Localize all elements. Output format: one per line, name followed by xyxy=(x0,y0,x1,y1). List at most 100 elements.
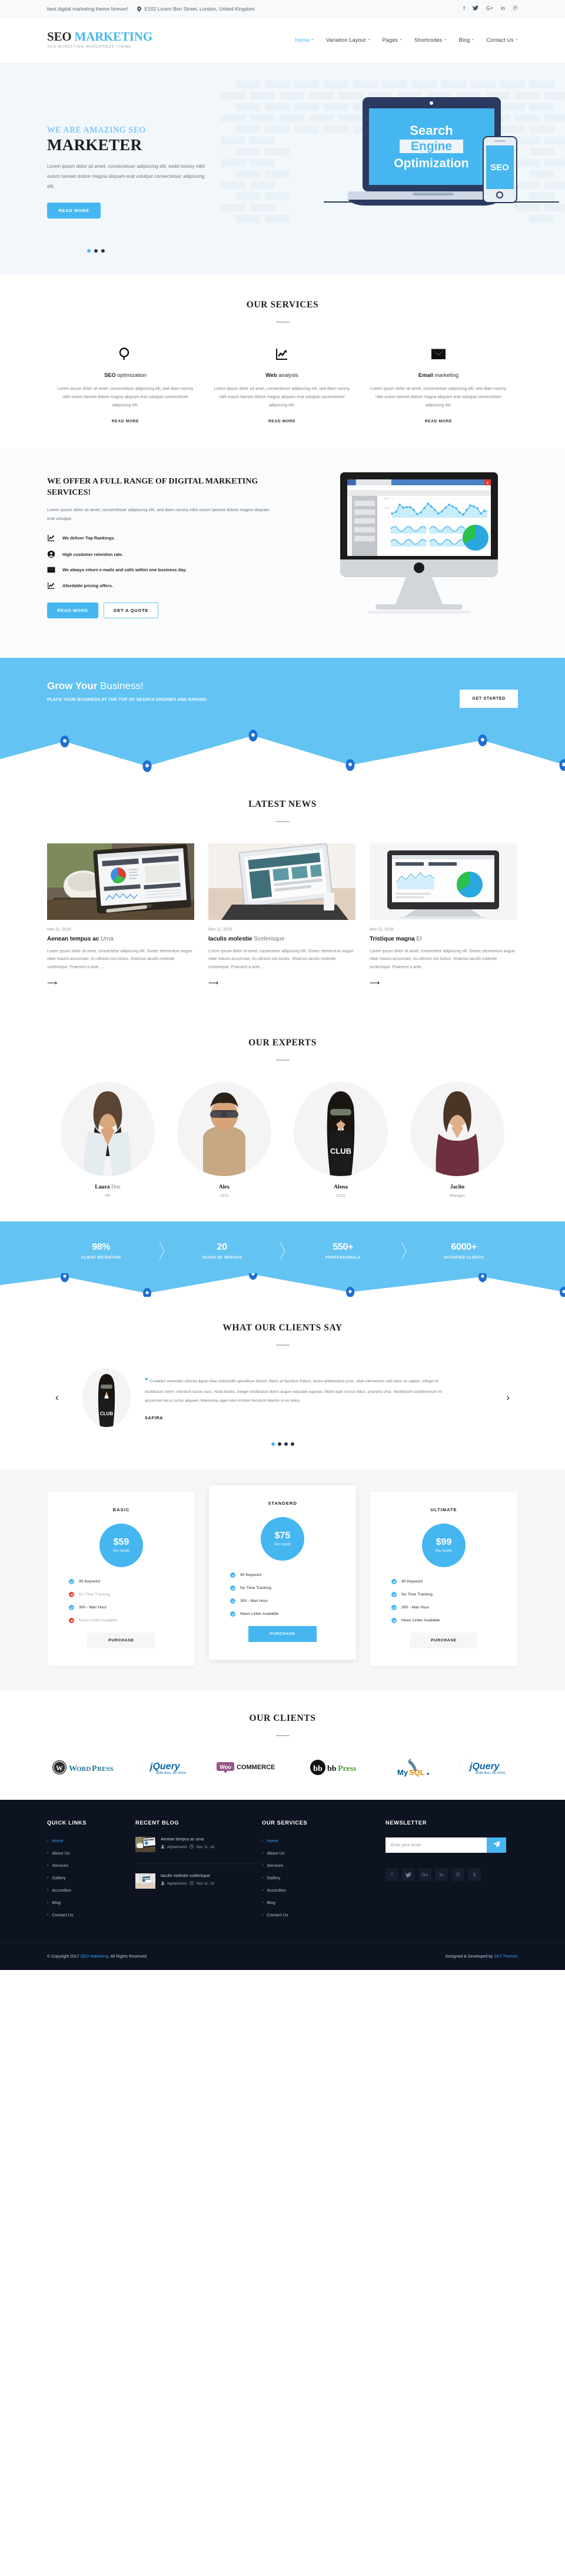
footer-service-link-blog[interactable]: › Blog xyxy=(262,1900,350,1905)
service-title: Web analysis xyxy=(212,372,352,378)
footer-link-blog[interactable]: › Blog xyxy=(47,1900,135,1905)
counter-item: 20 YEARS OF SERVICE xyxy=(168,1242,277,1260)
testimonial-dot-1[interactable] xyxy=(271,1442,275,1446)
expert-role: Manager xyxy=(450,1194,465,1198)
hero-slider: WE ARE AMAZING SEO MARKETER Lorem ipsum … xyxy=(0,63,565,275)
footer-service-link-services[interactable]: › Services xyxy=(262,1863,350,1868)
nav-item-contact-us[interactable]: Contact Us xyxy=(486,37,518,43)
footer-link-about-us[interactable]: › About Us xyxy=(47,1850,135,1856)
nav-item-home[interactable]: Home xyxy=(295,37,314,43)
news-card[interactable]: Nov 11, 2016 Tristique magna Et Lorem ip… xyxy=(370,843,517,988)
full-range-read-more-button[interactable]: READ MORE xyxy=(47,602,98,619)
testimonial-dot-3[interactable] xyxy=(284,1442,288,1446)
arrow-right-icon[interactable]: ⟶ xyxy=(47,979,57,987)
credit-link[interactable]: SKT Themes xyxy=(494,1955,518,1959)
hero-read-more-button[interactable]: READ MORE xyxy=(47,202,101,218)
pinterest-icon[interactable]: Ⓟ xyxy=(513,6,518,11)
footer-service-link-accordion[interactable]: › Accordion xyxy=(262,1888,350,1893)
purchase-button[interactable]: PURCHASE xyxy=(410,1633,478,1648)
footer-service-link-gallery[interactable]: › Gallery xyxy=(262,1875,350,1880)
facebook-icon[interactable]: f xyxy=(463,6,465,11)
nav-item-variation-layout[interactable]: Variation Layout xyxy=(326,37,370,43)
testimonial-dot-2[interactable] xyxy=(277,1442,281,1446)
testimonial-prev-button[interactable]: ‹ xyxy=(55,1392,59,1403)
nav-item-pages[interactable]: Pages xyxy=(383,37,403,43)
linkedin-icon[interactable]: in xyxy=(501,6,505,11)
client-logo-mysql[interactable]: My SQL xyxy=(394,1758,436,1777)
news-card[interactable]: Nov 11, 2016 Iaculis molestie Scelerisqu… xyxy=(208,843,355,988)
chevron-right-separator-icon xyxy=(397,1241,410,1261)
expert-name: Laura Doe xyxy=(55,1184,161,1190)
service-card[interactable]: Email marketing Lorem ipsum dolor sit am… xyxy=(360,344,517,425)
pinterest-icon[interactable]: Ⓟ xyxy=(451,1868,464,1881)
expert-card[interactable]: Alex CEO xyxy=(171,1082,277,1198)
pricing-feature: News Letter Available xyxy=(61,1618,182,1623)
service-read-more-link[interactable]: READ MORE xyxy=(268,419,295,423)
service-card[interactable]: SEO optimization Lorem ipsum dolor sit a… xyxy=(47,344,204,425)
client-logo-jquery[interactable]: jQuery write less, do more. xyxy=(139,1759,194,1776)
twitter-icon[interactable] xyxy=(472,5,478,12)
expert-name: Alex xyxy=(171,1184,277,1190)
google-plus-icon[interactable]: G+ xyxy=(486,6,493,11)
footer-link-contact-us[interactable]: › Contact Us xyxy=(47,1912,135,1918)
arrow-right-icon[interactable]: ⟶ xyxy=(370,979,380,987)
expert-name-bold: Alena xyxy=(334,1184,348,1190)
arrow-right-icon[interactable]: ⟶ xyxy=(208,979,218,987)
svg-text:jQuery: jQuery xyxy=(468,1762,500,1772)
footer-service-link-about-us[interactable]: › About Us xyxy=(262,1850,350,1856)
testimonial-dot-4[interactable] xyxy=(290,1442,294,1446)
linkedin-icon[interactable]: in xyxy=(435,1868,448,1881)
hero-dot-3[interactable] xyxy=(101,249,105,253)
footer-blog-item[interactable]: Iaculis molestie scelerisque digitalmark… xyxy=(135,1873,262,1889)
footer-link-accordion[interactable]: › Accordion xyxy=(47,1888,135,1893)
pricing-feature: News Letter Available xyxy=(383,1618,504,1623)
pricing-card-ultimate: ULTIMATE $99 Per month 90 Keyword No Tim… xyxy=(370,1492,517,1666)
footer-service-link-home[interactable]: › Home xyxy=(262,1838,350,1843)
footer-link-gallery[interactable]: › Gallery xyxy=(47,1875,135,1880)
expert-card[interactable]: CLUB Alena CCO xyxy=(288,1082,394,1198)
pricing-feature: 90 Keyword xyxy=(61,1579,182,1584)
hero-dot-1[interactable] xyxy=(87,249,91,253)
footer-link-home[interactable]: › Home xyxy=(47,1838,135,1843)
footer-blog-item[interactable]: Aenean tempus ac urna digitalmark1 Nov 1… xyxy=(135,1837,262,1852)
client-logo-woocommerce[interactable]: Woo COMMERCE xyxy=(217,1759,286,1776)
expert-card[interactable]: Laura Doe HR xyxy=(55,1082,161,1198)
section-divider xyxy=(275,322,290,323)
get-a-quote-button[interactable]: GET A QUOTE xyxy=(103,602,159,619)
twitter-icon[interactable] xyxy=(402,1868,415,1881)
hero-dot-2[interactable] xyxy=(94,249,98,253)
get-started-button[interactable]: GET STARTED xyxy=(460,689,518,708)
benefit-text: We always return e-mails and calls withi… xyxy=(62,567,187,573)
service-card[interactable]: Web analysis Lorem ipsum dolor sit amet,… xyxy=(204,344,360,425)
main-nav: Home Variation Layout Pages Shortcodes B… xyxy=(295,37,518,43)
purchase-button[interactable]: PURCHASE xyxy=(87,1633,155,1648)
client-logo-jquery-2[interactable]: jQuery write less, do more. xyxy=(459,1759,513,1776)
client-logo-bbpress[interactable]: bb bb Press xyxy=(310,1759,371,1776)
site-logo[interactable]: SEO MARKETING SEO MARKETING WORDPRESS TH… xyxy=(47,31,152,49)
chevron-right-icon: › xyxy=(262,1876,264,1880)
footer-link-services[interactable]: › Services xyxy=(47,1863,135,1868)
skype-icon[interactable]: S xyxy=(468,1868,481,1881)
news-card[interactable]: Nov 11, 2016 Aenean tempus ac Urna Lorem… xyxy=(47,843,194,988)
footer-blog-title: Iaculis molestie scelerisque xyxy=(161,1874,210,1878)
service-read-more-link[interactable]: READ MORE xyxy=(425,419,452,423)
service-read-more-link[interactable]: READ MORE xyxy=(112,419,139,423)
expert-card[interactable]: Jaclin Manager xyxy=(404,1082,510,1198)
chevron-right-icon: › xyxy=(47,1876,49,1880)
section-divider xyxy=(275,1735,290,1736)
newsletter-submit-button[interactable] xyxy=(487,1837,506,1853)
check-circle-icon xyxy=(391,1579,397,1584)
nav-item-blog[interactable]: Blog xyxy=(459,37,474,43)
pricing-price-badge: $59 Per month xyxy=(99,1524,143,1567)
google-plus-icon[interactable]: G+ xyxy=(418,1868,431,1881)
client-logo-wordpress[interactable]: W W ORD P RESS xyxy=(52,1759,117,1776)
testimonial-next-button[interactable]: › xyxy=(506,1392,510,1403)
newsletter-email-input[interactable] xyxy=(385,1837,487,1853)
pricing-price-badge: $99 Per month xyxy=(422,1524,466,1567)
facebook-icon[interactable]: f xyxy=(385,1868,398,1881)
purchase-button[interactable]: PURCHASE xyxy=(248,1626,317,1642)
nav-item-shortcodes[interactable]: Shortcodes xyxy=(414,37,447,43)
footer-link-label: About Us xyxy=(52,1850,70,1856)
copyright-site-link[interactable]: SEO Marketing xyxy=(81,1955,108,1959)
footer-service-link-contact-us[interactable]: › Contact Us xyxy=(262,1912,350,1918)
